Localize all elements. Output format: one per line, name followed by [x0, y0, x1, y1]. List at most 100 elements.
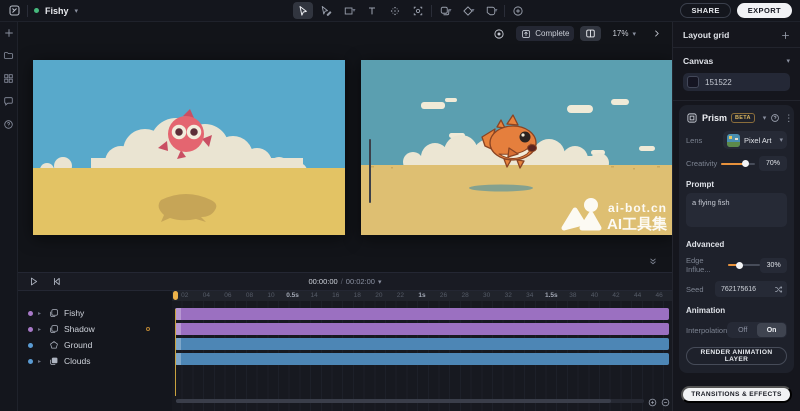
seed-shuffle-icon[interactable]: [774, 285, 783, 294]
ruler-tick: 06: [217, 291, 239, 301]
ruler-tick: 1s: [411, 291, 433, 301]
canvas-scrollbar[interactable]: [369, 139, 371, 203]
creativity-value[interactable]: 70%: [759, 156, 787, 171]
timecode[interactable]: 00:00:00 / 00:02:00 ▾: [18, 277, 672, 286]
frame-1-canvas[interactable]: [33, 60, 345, 235]
node-select-tool[interactable]: [316, 2, 336, 19]
shape-tool[interactable]: ▾: [339, 2, 359, 19]
blend-tool-caret-icon[interactable]: ▾: [472, 7, 475, 14]
layer-name: Fishy: [64, 308, 84, 318]
add-icon[interactable]: [4, 28, 14, 38]
playhead[interactable]: [173, 291, 178, 300]
track-bar-fishy[interactable]: [175, 308, 669, 320]
timeline-zoom-in-icon[interactable]: [648, 398, 657, 407]
layer-row-fishy[interactable]: ▸ Fishy: [18, 305, 172, 321]
layer-modified-indicator: [146, 327, 150, 331]
frame-tool[interactable]: [408, 2, 428, 19]
prompt-input[interactable]: a flying fish: [686, 193, 787, 227]
animation-label: Animation: [686, 306, 725, 315]
edge-influence-slider[interactable]: [728, 264, 760, 266]
layer-expand-icon[interactable]: ▸: [38, 358, 44, 365]
lens-label: Lens: [686, 136, 702, 145]
seed-input[interactable]: [719, 285, 770, 294]
render-animation-layer-button[interactable]: RENDER ANIMATION LAYER: [686, 347, 787, 365]
lens-chevron-down-icon[interactable]: ▾: [779, 136, 783, 144]
lens-dropdown[interactable]: Pixel Art ▾: [723, 131, 787, 149]
text-tool[interactable]: [362, 2, 382, 19]
split-view-icon[interactable]: [580, 26, 601, 41]
lasso-tool-caret-icon[interactable]: ▾: [495, 7, 498, 14]
timeline-hscrollbar-thumb[interactable]: [176, 399, 611, 403]
canvas-area[interactable]: Complete 17% ▾: [18, 22, 672, 272]
creativity-slider[interactable]: [721, 163, 755, 165]
track-bar-clouds[interactable]: [175, 353, 669, 365]
ruler-tick: 08: [239, 291, 261, 301]
zoom-chevron-down-icon[interactable]: ▾: [632, 30, 636, 38]
help-icon[interactable]: [3, 119, 14, 130]
canvas-section-chevron-icon[interactable]: ▾: [786, 57, 790, 65]
track-area[interactable]: 02 04 06 08 10 0.5s 14 16 18 20 22 1s 26…: [172, 291, 672, 411]
prism-panel: Prism BETA ▾ ⋮ Lens Pixel Art ▾ Creativi…: [679, 105, 794, 373]
track-bar-ground[interactable]: [175, 338, 669, 350]
canvas-color-swatch[interactable]: [687, 76, 699, 88]
edge-influence-value[interactable]: 30%: [760, 258, 787, 273]
lasso-tool[interactable]: ▾: [481, 2, 501, 19]
prism-help-icon[interactable]: [770, 113, 780, 123]
layer-expand-icon[interactable]: ▸: [38, 310, 44, 317]
prism-icon: [686, 112, 698, 124]
prism-collapse-chevron-icon[interactable]: ▾: [763, 114, 767, 122]
select-tool[interactable]: [293, 2, 313, 19]
blend-tool[interactable]: ▾: [458, 2, 478, 19]
ruler-tick: 42: [605, 291, 627, 301]
layer-row-ground[interactable]: Ground: [18, 337, 172, 353]
timeline-zoom-out-icon[interactable]: [661, 398, 670, 407]
layers-icon: [49, 324, 59, 334]
interpolation-off-option[interactable]: Off: [728, 323, 757, 337]
layer-expand-icon[interactable]: ▸: [38, 326, 44, 333]
canvas-section-title: Canvas: [683, 56, 713, 66]
collapse-panel-icon[interactable]: [648, 256, 658, 266]
canvas-controls: Complete 17% ▾: [488, 26, 666, 41]
canvas-color-field[interactable]: 151522: [683, 73, 790, 91]
track-bar-shadow[interactable]: [175, 323, 669, 335]
next-frame-icon[interactable]: [647, 26, 666, 41]
layer-name: Ground: [64, 340, 92, 350]
seed-field[interactable]: [715, 281, 787, 297]
timecode-chevron-down-icon[interactable]: ▾: [378, 278, 382, 286]
app-logo-icon[interactable]: [8, 4, 21, 17]
export-button[interactable]: EXPORT: [737, 3, 792, 18]
layer-row-shadow[interactable]: ▸ Shadow: [18, 321, 172, 337]
shape-tool-caret-icon[interactable]: ▾: [353, 7, 356, 14]
ruler-tick: 26: [433, 291, 455, 301]
onion-skin-icon[interactable]: [488, 26, 510, 41]
ruler-tick: 10: [260, 291, 282, 301]
add-layout-grid-icon[interactable]: [781, 31, 790, 40]
timeline-hscrollbar[interactable]: [176, 399, 644, 403]
transform-tool[interactable]: [385, 2, 405, 19]
timeline-ruler[interactable]: 02 04 06 08 10 0.5s 14 16 18 20 22 1s 26…: [172, 291, 672, 301]
project-name[interactable]: Fishy: [45, 6, 69, 16]
comment-tool[interactable]: [508, 2, 528, 19]
mask-tool-caret-icon[interactable]: ▾: [449, 7, 452, 14]
layer-row-clouds[interactable]: ▸ Clouds: [18, 353, 172, 369]
right-panel: Layout grid Canvas ▾ 151522 Prism BETA ▾…: [672, 22, 800, 411]
library-grid-icon[interactable]: [3, 73, 14, 84]
top-bar: Fishy ▾ ▾ ▾ ▾: [0, 0, 800, 22]
interpolation-toggle: Off On: [727, 322, 787, 338]
frame-2-canvas[interactable]: ai-bot.cn AI工具集: [361, 60, 672, 235]
zoom-level-dropdown[interactable]: 17% ▾: [607, 26, 641, 41]
mask-tool[interactable]: ▾: [435, 2, 455, 19]
interpolation-on-option[interactable]: On: [757, 323, 786, 337]
interpolation-label: Interpolation: [686, 326, 727, 335]
layer-name: Shadow: [64, 324, 95, 334]
comments-icon[interactable]: [3, 96, 14, 107]
project-chevron-down-icon[interactable]: ▾: [75, 7, 79, 15]
ruler-tick: 32: [497, 291, 519, 301]
share-button[interactable]: SHARE: [680, 3, 730, 18]
assets-folder-icon[interactable]: [3, 50, 14, 61]
prism-more-icon[interactable]: ⋮: [784, 113, 793, 124]
transitions-effects-button[interactable]: TRANSITIONS & EFFECTS: [681, 386, 792, 403]
project-status-dot: [34, 8, 39, 13]
complete-render-button[interactable]: Complete: [516, 26, 574, 41]
ruler-tick: 18: [347, 291, 369, 301]
